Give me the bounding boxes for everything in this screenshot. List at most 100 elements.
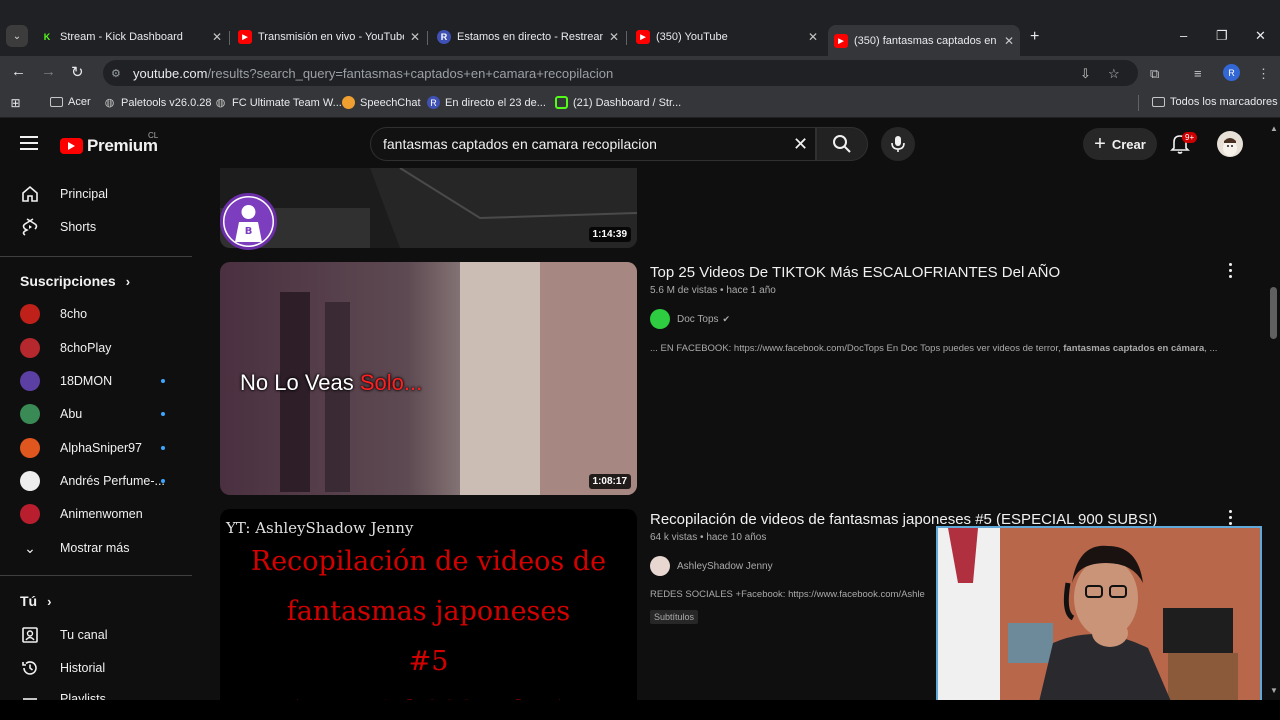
new-content-dot	[161, 412, 165, 416]
bookmark-acer[interactable]: Acer	[50, 96, 91, 108]
show-more-button[interactable]: ⌄ Mostrar más	[0, 532, 192, 564]
bookmark-fc-ultimate[interactable]: ◍ FC Ultimate Team W...	[214, 96, 342, 110]
new-content-dot	[161, 379, 165, 383]
video-description: ... EN FACEBOOK: https://www.facebook.co…	[650, 343, 1218, 354]
browser-tab-yt-live[interactable]: ▶ Transmisión en vivo - YouTube ✕	[238, 25, 420, 49]
back-arrow-icon[interactable]: ←	[11, 63, 26, 80]
channel-avatar	[650, 309, 670, 329]
new-content-dot	[161, 446, 165, 450]
notifications-badge: 9+	[1182, 132, 1198, 143]
tab-close-icon[interactable]: ✕	[609, 30, 619, 44]
sidebar-item-principal[interactable]: Principal	[0, 178, 192, 210]
new-content-dot	[161, 479, 165, 483]
page-scrollbar[interactable]: ▲ ▼	[1268, 120, 1280, 700]
minimize-icon[interactable]: –	[1180, 28, 1187, 43]
country-code: CL	[148, 131, 159, 140]
tab-title: (350) YouTube	[656, 31, 728, 43]
bookmark-restream[interactable]: R En directo el 23 de...	[427, 96, 546, 109]
channel-link[interactable]: AshleyShadow Jenny	[650, 556, 773, 576]
clear-search-icon[interactable]: ✕	[793, 134, 808, 155]
install-app-icon[interactable]: ⇩	[1080, 66, 1091, 82]
bookmark-paletools[interactable]: ◍ Paletools v26.0.28	[103, 96, 212, 110]
bookmark-dashboard[interactable]: (21) Dashboard / Str...	[555, 96, 681, 109]
you-heading[interactable]: Tú ›	[20, 593, 51, 609]
bookmark-speechchat[interactable]: SpeechChat	[342, 96, 421, 109]
close-window-icon[interactable]: ✕	[1255, 28, 1266, 44]
forward-arrow-icon[interactable]: →	[41, 63, 56, 80]
sidebar-item-playlists[interactable]: Playlists	[0, 685, 192, 700]
restream-icon: R	[427, 96, 440, 109]
search-input[interactable]: fantasmas captados en camara recopilacio…	[370, 127, 816, 161]
bookmarks-bar: ⊞ Acer ◍ Paletools v26.0.28 ◍ FC Ultimate …	[0, 90, 1280, 118]
webcam-image	[938, 528, 1260, 706]
reload-icon[interactable]: ↻	[71, 63, 84, 81]
channel-avatar	[20, 471, 40, 491]
channel-avatar[interactable]: B	[220, 193, 277, 250]
sidebar-item-historial[interactable]: Historial	[0, 652, 192, 684]
more-options-icon[interactable]	[1229, 510, 1233, 525]
tab-close-icon[interactable]: ✕	[1004, 34, 1014, 48]
video-stats: 5.6 M de vistas • hace 1 año	[650, 285, 776, 296]
tab-title: Estamos en directo - Restream	[457, 31, 603, 43]
sidebar-sub-8choplay[interactable]: 8choPlay	[0, 332, 192, 364]
tab-close-icon[interactable]: ✕	[808, 30, 818, 44]
sidebar-item-shorts[interactable]: Shorts	[0, 211, 192, 243]
home-icon	[20, 184, 40, 204]
browser-tab-yt-search-active[interactable]: ▶ (350) fantasmas captados en ca ✕	[828, 25, 1020, 56]
more-options-icon[interactable]	[1229, 263, 1233, 278]
speechchat-icon	[342, 96, 355, 109]
webcam-overlay	[936, 526, 1262, 708]
chevron-right-icon: ›	[47, 593, 52, 609]
tab-search-chevron-icon[interactable]: ⌄	[6, 25, 28, 47]
video-thumbnail[interactable]: YT: AshleyShadow Jenny Recopilación de v…	[220, 509, 637, 700]
sidebar-sub-animenwomen[interactable]: Animenwomen	[0, 498, 192, 530]
video-title[interactable]: Top 25 Videos De TIKTOK Más ESCALOFRIANT…	[650, 264, 1060, 281]
apps-grid-icon[interactable]: ⊞	[9, 96, 27, 110]
tab-title: (350) fantasmas captados en ca	[854, 34, 998, 47]
account-avatar[interactable]	[1217, 131, 1243, 157]
sidebar-sub-alphasniper97[interactable]: AlphaSniper97	[0, 432, 192, 464]
sidebar-sub-andres-perfume[interactable]: Andrés Perfume-...	[0, 465, 192, 497]
search-icon	[833, 135, 851, 153]
restream-icon: R	[437, 30, 451, 44]
sidebar-sub-abu[interactable]: Abu	[0, 398, 192, 430]
channel-link[interactable]: Doc Tops ✔	[650, 309, 730, 329]
channel-avatar	[650, 556, 670, 576]
profile-avatar[interactable]: R	[1223, 64, 1240, 81]
create-button[interactable]: + Crear	[1083, 128, 1157, 160]
subscriptions-heading[interactable]: Suscripciones ›	[20, 273, 130, 289]
extensions-icon[interactable]: ⧉	[1150, 66, 1159, 82]
restore-icon[interactable]: ❐	[1216, 28, 1228, 44]
new-tab-plus-icon[interactable]: +	[1030, 28, 1039, 46]
address-bar[interactable]: ⚙ youtube.com/results?search_query=fanta…	[103, 60, 1138, 86]
youtube-premium-logo[interactable]: Premium	[60, 136, 158, 156]
sidebar-item-tu-canal[interactable]: Tu canal	[0, 619, 192, 651]
scrollbar-thumb[interactable]	[1270, 287, 1277, 339]
video-thumbnail[interactable]: No Lo Veas Solo... 1:08:17	[220, 262, 637, 495]
browser-tab-yt-home[interactable]: ▶ (350) YouTube ✕	[636, 25, 818, 49]
menu-hamburger-icon[interactable]	[20, 136, 38, 150]
bookmark-star-icon[interactable]: ☆	[1108, 66, 1120, 82]
all-bookmarks[interactable]: Todos los marcadores	[1152, 96, 1278, 108]
sidebar-sub-8cho[interactable]: 8cho	[0, 298, 192, 330]
media-controls-icon[interactable]: ≡	[1194, 66, 1202, 81]
thumbnail-image	[220, 168, 637, 248]
search-button[interactable]	[816, 127, 868, 161]
sidebar-sub-18dmon[interactable]: 18DMON	[0, 365, 192, 397]
chevron-down-icon: ⌄	[24, 539, 36, 556]
video-thumbnail[interactable]: 1:14:39	[220, 168, 637, 248]
tab-close-icon[interactable]: ✕	[410, 30, 420, 44]
browser-tab-restream[interactable]: R Estamos en directo - Restream ✕	[437, 25, 619, 49]
site-info-icon[interactable]: ⚙	[111, 67, 127, 80]
tab-title: Transmisión en vivo - YouTube	[258, 31, 404, 43]
scroll-up-icon[interactable]: ▲	[1270, 124, 1278, 133]
chevron-right-icon: ›	[125, 273, 131, 289]
scroll-down-icon[interactable]: ▼	[1270, 686, 1278, 695]
voice-search-button[interactable]	[881, 127, 915, 161]
tab-close-icon[interactable]: ✕	[212, 30, 222, 44]
video-duration: 1:08:17	[588, 474, 631, 489]
youtube-icon: ▶	[834, 33, 848, 48]
youtube-icon: ▶	[636, 30, 650, 44]
browser-tab-kick[interactable]: K Stream - Kick Dashboard ✕	[40, 25, 222, 49]
browser-menu-icon[interactable]: ⋮	[1257, 66, 1270, 82]
